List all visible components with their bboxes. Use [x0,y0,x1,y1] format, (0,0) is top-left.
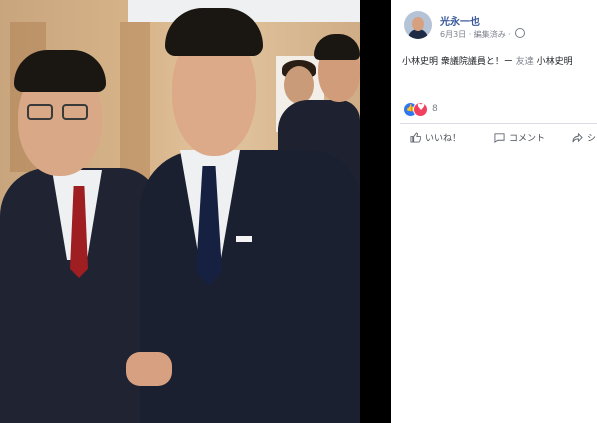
share-icon [572,132,583,143]
like-label: いいね！ [425,134,462,144]
share-button[interactable]: シ [572,131,596,144]
comment-icon [494,133,505,143]
handshake [126,352,172,386]
post-date[interactable]: 6月3日 · 編集済み · [440,30,513,39]
thumbs-up-icon [410,132,421,143]
post-text-main: 小林史明 衆議院議員と！ー [402,57,513,67]
post-meta: 6月3日 · 編集済み · [440,28,526,40]
post-text-friend: 友達 [515,57,534,67]
reaction-count[interactable]: 8 [432,104,438,114]
heart-icon [413,102,428,117]
share-label: シ [587,134,597,144]
post-tag[interactable]: 小林史明 [537,57,573,67]
like-button[interactable]: いいね！ [410,131,461,144]
author-avatar[interactable] [404,11,432,39]
comment-label: コメント [509,134,546,144]
glasses [27,104,53,120]
comment-button[interactable]: コメント [494,131,545,144]
post-photo[interactable] [0,0,360,423]
author-name[interactable]: 光永一也 [440,13,480,28]
pocket-square [236,236,252,242]
divider [400,123,597,124]
post-text: 小林史明 衆議院議員と！ー 友達 小林史明 [402,54,573,67]
globe-icon [515,28,526,38]
